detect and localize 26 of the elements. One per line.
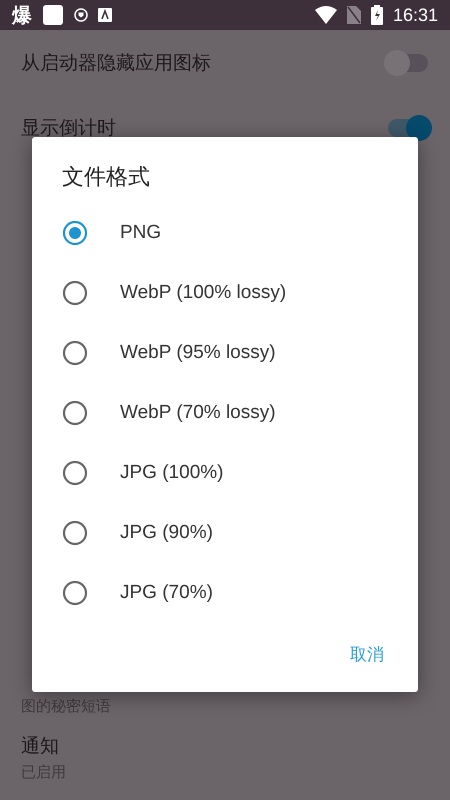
shield-icon <box>74 8 88 22</box>
format-option[interactable]: JPG (90%) <box>32 503 418 563</box>
radio-icon[interactable] <box>62 280 88 306</box>
app-icon <box>98 8 112 22</box>
format-option[interactable]: WebP (100% lossy) <box>32 263 418 323</box>
notification-icon: 爆 <box>12 2 32 28</box>
format-option[interactable]: WebP (95% lossy) <box>32 323 418 383</box>
dialog-title: 文件格式 <box>62 164 151 192</box>
radio-selected-icon[interactable] <box>62 220 88 246</box>
format-option[interactable]: WebP (70% lossy) <box>32 383 418 443</box>
battery-icon <box>370 5 383 25</box>
setting-title: 从启动器隐藏应用图标 <box>21 51 212 76</box>
setting-title: 显示倒计时 <box>21 116 117 141</box>
format-option[interactable]: JPG (100%) <box>32 443 418 503</box>
radio-icon[interactable] <box>62 400 88 426</box>
format-option[interactable]: PNG <box>32 203 418 263</box>
radio-icon[interactable] <box>62 520 88 546</box>
format-option[interactable]: JPG (70%) <box>32 563 418 623</box>
clock: 16:31 <box>392 4 438 26</box>
app-icon <box>42 4 64 26</box>
wifi-icon <box>314 6 337 24</box>
no-sim-icon <box>346 6 361 24</box>
radio-icon[interactable] <box>62 580 88 606</box>
setting-title: 通知 <box>21 734 60 760</box>
radio-icon[interactable] <box>62 460 88 486</box>
radio-icon[interactable] <box>62 340 88 366</box>
